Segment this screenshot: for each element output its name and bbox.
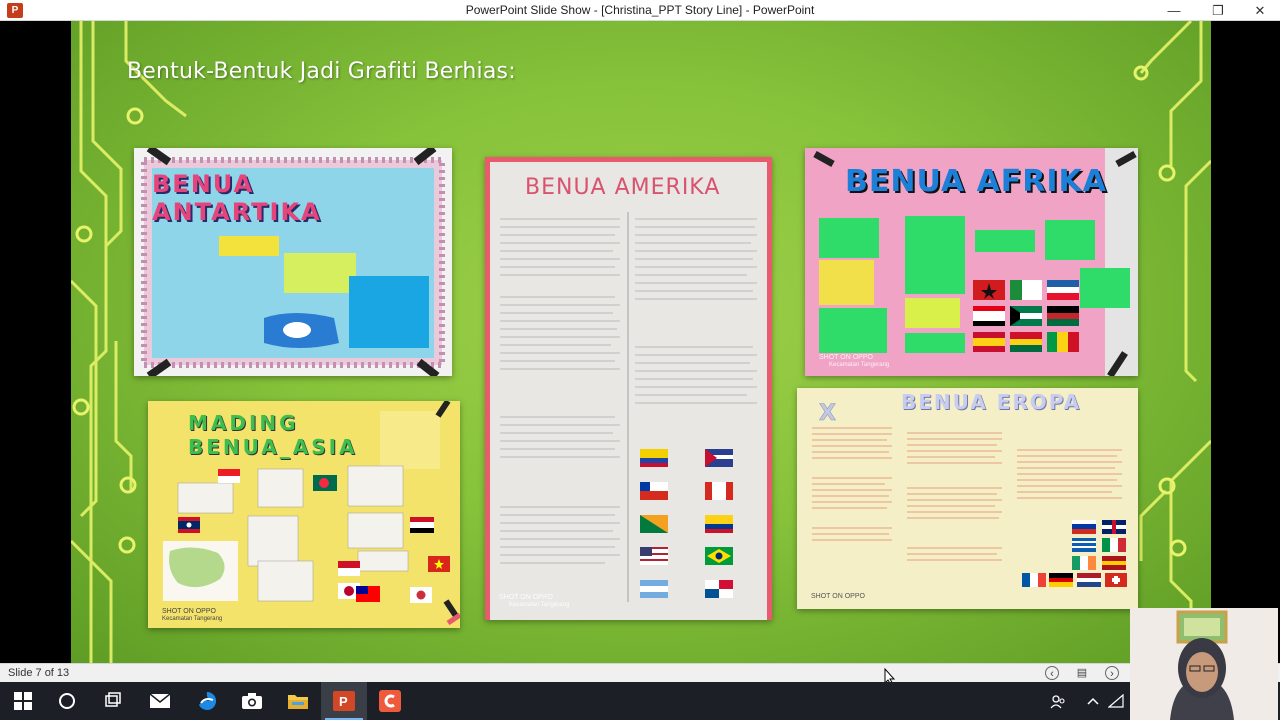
asia-heading: MADING BENUA_ASIA [188,411,358,459]
photo-benua-asia[interactable]: MADING BENUA_ASIA SHOT ON OPPO Kecamatan… [148,401,460,628]
previous-slide-button[interactable]: ‹ [1045,666,1059,680]
powerpoint-icon: P [333,691,355,711]
start-button[interactable] [0,682,46,720]
amerika-watermark-location: Kecamatan Tangerang [509,602,570,608]
photo-benua-eropa[interactable]: X BENUA EROPA SHOT ON OPPO [797,388,1138,609]
afrika-watermark-location: Kecamatan Tangerang [829,362,890,368]
afrika-watermark: SHOT ON OPPO [819,354,873,361]
photo-benua-antartika[interactable]: BENUA ANTARTIKA [134,148,452,376]
mail-icon [149,693,171,708]
close-button[interactable]: ✕ [1238,0,1280,21]
afrika-heading: BENUA AFRIKA [845,164,1108,199]
restore-button[interactable]: ❐ [1196,0,1240,21]
camera-button[interactable] [229,682,275,720]
slide-show-stage[interactable]: Bentuk-Bentuk Jadi Grafiti Berhias: BENU… [0,21,1280,663]
minimize-button[interactable]: — [1152,0,1196,21]
people-icon[interactable] [1050,694,1066,710]
camera-icon [242,693,262,709]
amerika-text-lines [500,212,757,602]
svg-text:P: P [339,694,348,709]
slide-counter: Slide 7 of 13 [8,667,70,679]
slide-menu-button[interactable]: ▤ [1075,666,1089,680]
chevron-up-icon[interactable] [1087,696,1099,706]
svg-text:X: X [819,401,836,426]
asia-watermark: SHOT ON OPPO [162,608,216,615]
eropa-watermark: SHOT ON OPPO [811,593,865,600]
eropa-board-image: X [797,388,1138,609]
task-view-icon [105,692,121,707]
edge-icon [199,691,217,710]
webcam-overlay [1130,608,1278,720]
powerpoint-button[interactable]: P [321,682,367,720]
windows-taskbar: P [0,682,1280,720]
edge-button[interactable] [184,682,230,720]
next-slide-button[interactable]: › [1105,666,1119,680]
asia-watermark-location: Kecamatan Tangerang [162,616,223,622]
window-titlebar: P PowerPoint Slide Show - [Christina_PPT… [0,0,1280,21]
search-button[interactable] [44,682,90,720]
presenter-webcam-image [1130,608,1278,720]
slide-title: Bentuk-Bentuk Jadi Grafiti Berhias: [127,59,516,84]
network-icon[interactable] [1108,694,1124,708]
slide[interactable]: Bentuk-Bentuk Jadi Grafiti Berhias: BENU… [71,21,1211,663]
eropa-heading: BENUA EROPA [901,390,1082,414]
start-icon [14,692,32,710]
photo-benua-amerika[interactable]: BENUA AMERIKA SHOT ON OPPO Kecamatan Tan… [485,157,772,620]
antartika-heading: BENUA ANTARTIKA [152,170,322,226]
search-icon [59,693,75,709]
mail-button[interactable] [137,682,183,720]
slideshow-statusbar: Slide 7 of 13 ‹ ▤ › [0,663,1280,682]
screen-recorder-icon [379,690,401,712]
file-explorer-button[interactable] [275,682,321,720]
file-explorer-icon [288,695,308,709]
photo-benua-afrika[interactable]: BENUA AFRIKA SHOT ON OPPO Kecamatan Tang… [805,148,1138,376]
amerika-watermark: SHOT ON OPPO [499,594,553,601]
screen-recorder-button[interactable] [367,682,413,720]
task-view-button[interactable] [90,682,136,720]
window-title: PowerPoint Slide Show - [Christina_PPT S… [465,3,815,17]
